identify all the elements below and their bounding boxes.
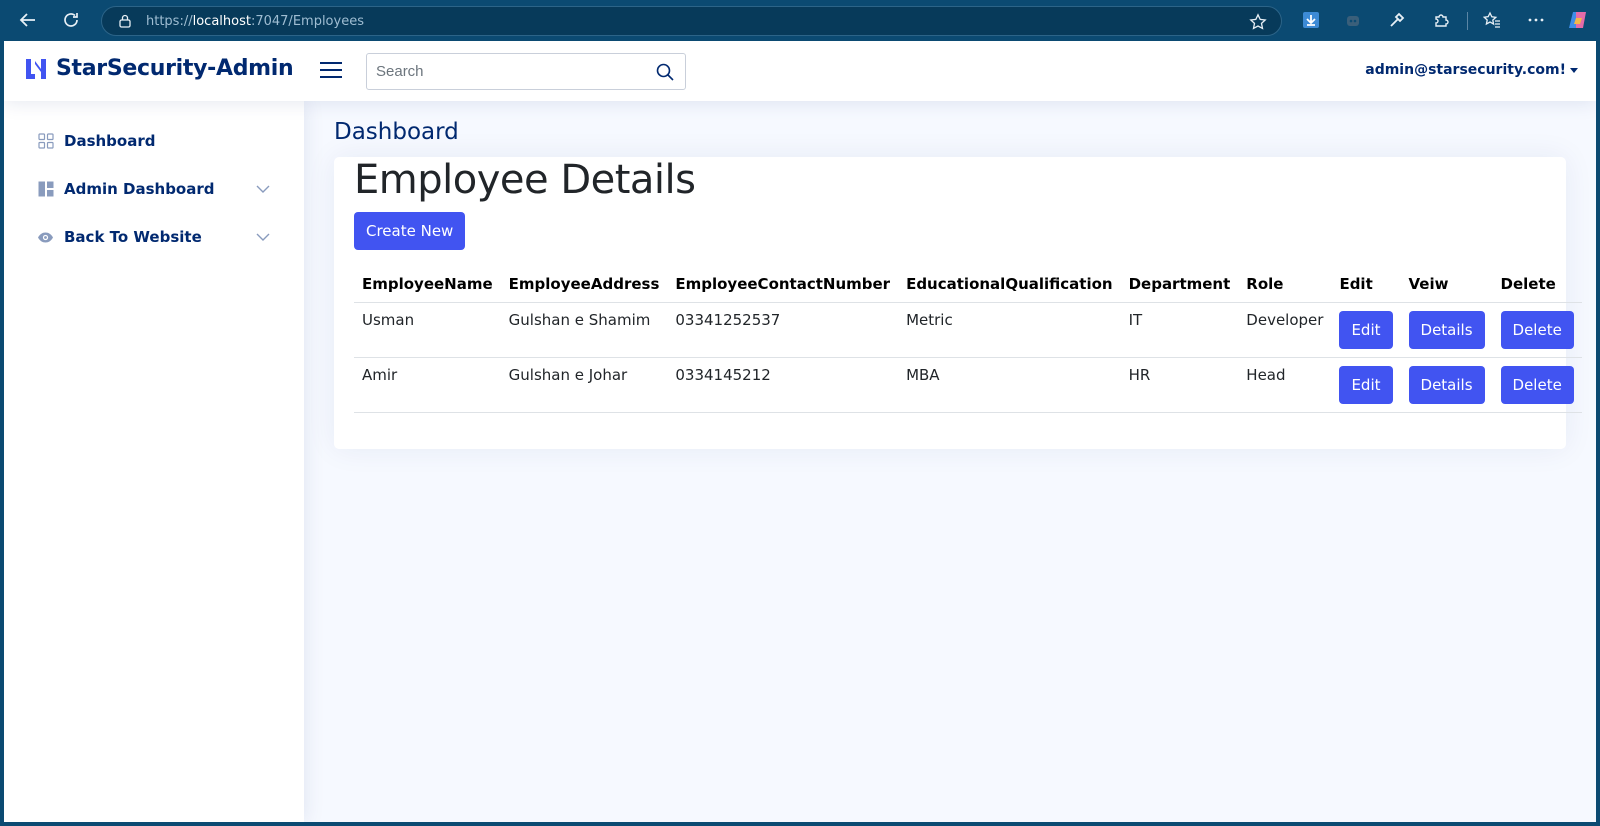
grid-icon [37, 133, 54, 150]
employee-card: Employee Details Create New EmployeeName… [334, 157, 1582, 449]
eyedropper-icon[interactable] [1385, 8, 1409, 32]
delete-button[interactable]: Delete [1500, 366, 1574, 404]
main-content: Dashboard Employee Details Create New Em… [304, 101, 1596, 822]
search-input[interactable] [367, 54, 637, 89]
reload-icon[interactable] [57, 6, 85, 34]
eye-icon [37, 229, 54, 246]
delete-button[interactable]: Delete [1500, 311, 1574, 349]
card-title: Employee Details [354, 157, 696, 203]
column-header: EmployeeName [354, 265, 501, 303]
details-button[interactable]: Details [1408, 366, 1485, 404]
favorites-icon[interactable] [1480, 8, 1504, 32]
column-header: EmployeeAddress [500, 265, 668, 303]
employee-contact-cell: 03341252537 [667, 302, 899, 358]
column-header: Veiw [1400, 265, 1493, 303]
page-viewport: StarSecurity-Admin admin@starsecurity.co… [4, 41, 1596, 822]
back-arrow-icon[interactable] [14, 6, 42, 34]
department-cell: HR [1120, 357, 1239, 413]
employee-contact-cell: 0334145212 [667, 357, 899, 413]
sidebar-item-label: Back To Website [64, 228, 202, 246]
view-cell: Details [1400, 357, 1493, 413]
column-header: Edit [1331, 265, 1401, 303]
extensions-puzzle-icon[interactable] [1429, 8, 1453, 32]
table-row: Usman Gulshan e Shamim 03341252537 Metri… [354, 302, 1582, 358]
edit-cell: Edit [1331, 357, 1401, 413]
column-header: EmployeeContactNumber [667, 265, 899, 303]
employee-address-cell: Gulshan e Johar [500, 357, 668, 413]
table-row: Amir Gulshan e Johar 0334145212 MBA HR H… [354, 357, 1582, 413]
search-icon[interactable] [655, 62, 675, 82]
employee-address-cell: Gulshan e Shamim [500, 302, 668, 358]
address-bar[interactable]: https://localhost:7047/Employees [101, 6, 1282, 36]
role-cell: Head [1238, 357, 1332, 413]
chevron-down-icon [256, 230, 270, 244]
search-bar [366, 53, 686, 90]
logo-mark-icon [24, 55, 50, 81]
qualification-cell: MBA [898, 357, 1121, 413]
sidebar-item-label: Dashboard [64, 132, 156, 150]
browser-toolbar: https://localhost:7047/Employees [0, 0, 1600, 41]
sidebar-item-dashboard[interactable]: Dashboard [24, 121, 284, 161]
sidebar-item-label: Admin Dashboard [64, 180, 215, 198]
logo[interactable]: StarSecurity-Admin [24, 55, 294, 81]
profile-email: admin@starsecurity.com! [1365, 62, 1566, 78]
sidebar-toggle-icon[interactable] [318, 57, 344, 83]
employee-name-cell: Amir [354, 357, 501, 413]
column-header: Role [1238, 265, 1332, 303]
layout-icon [37, 181, 54, 198]
employee-table: EmployeeName EmployeeAddress EmployeeCon… [354, 265, 1582, 413]
sidebar-item-back-to-website[interactable]: Back To Website [24, 217, 284, 257]
employee-name-cell: Usman [354, 302, 501, 358]
column-header: Department [1120, 265, 1239, 303]
details-button[interactable]: Details [1408, 311, 1485, 349]
caret-down-icon [1570, 67, 1578, 73]
chevron-down-icon [256, 182, 270, 196]
view-cell: Details [1400, 302, 1493, 358]
app-header: StarSecurity-Admin admin@starsecurity.co… [4, 41, 1596, 101]
sidebar-item-admin-dashboard[interactable]: Admin Dashboard [24, 169, 284, 209]
column-header: EducationalQualification [898, 265, 1121, 303]
qualification-cell: Metric [898, 302, 1121, 358]
page-title: Dashboard [334, 119, 459, 145]
lock-icon [118, 14, 132, 28]
edit-button[interactable]: Edit [1339, 311, 1393, 349]
more-menu-icon[interactable] [1524, 8, 1548, 32]
department-cell: IT [1120, 302, 1239, 358]
edit-button[interactable]: Edit [1339, 366, 1393, 404]
profile-dropdown[interactable]: admin@starsecurity.com! [1365, 62, 1578, 78]
sidebar: Dashboard Admin Dashboard Back To Websit… [4, 101, 304, 822]
download-icon[interactable] [1299, 8, 1323, 32]
favorite-star-icon[interactable] [1249, 13, 1267, 36]
edit-cell: Edit [1331, 302, 1401, 358]
extension-robot-icon[interactable] [1341, 8, 1365, 32]
copilot-icon[interactable] [1566, 8, 1590, 32]
column-header: Delete [1492, 265, 1582, 303]
delete-cell: Delete [1492, 357, 1582, 413]
url-text: https://localhost:7047/Employees [146, 13, 364, 29]
role-cell: Developer [1238, 302, 1332, 358]
delete-cell: Delete [1492, 302, 1582, 358]
create-new-button[interactable]: Create New [354, 212, 466, 250]
table-header-row: EmployeeName EmployeeAddress EmployeeCon… [354, 265, 1582, 303]
toolbar-divider [1467, 12, 1468, 30]
logo-text: StarSecurity-Admin [56, 55, 294, 81]
